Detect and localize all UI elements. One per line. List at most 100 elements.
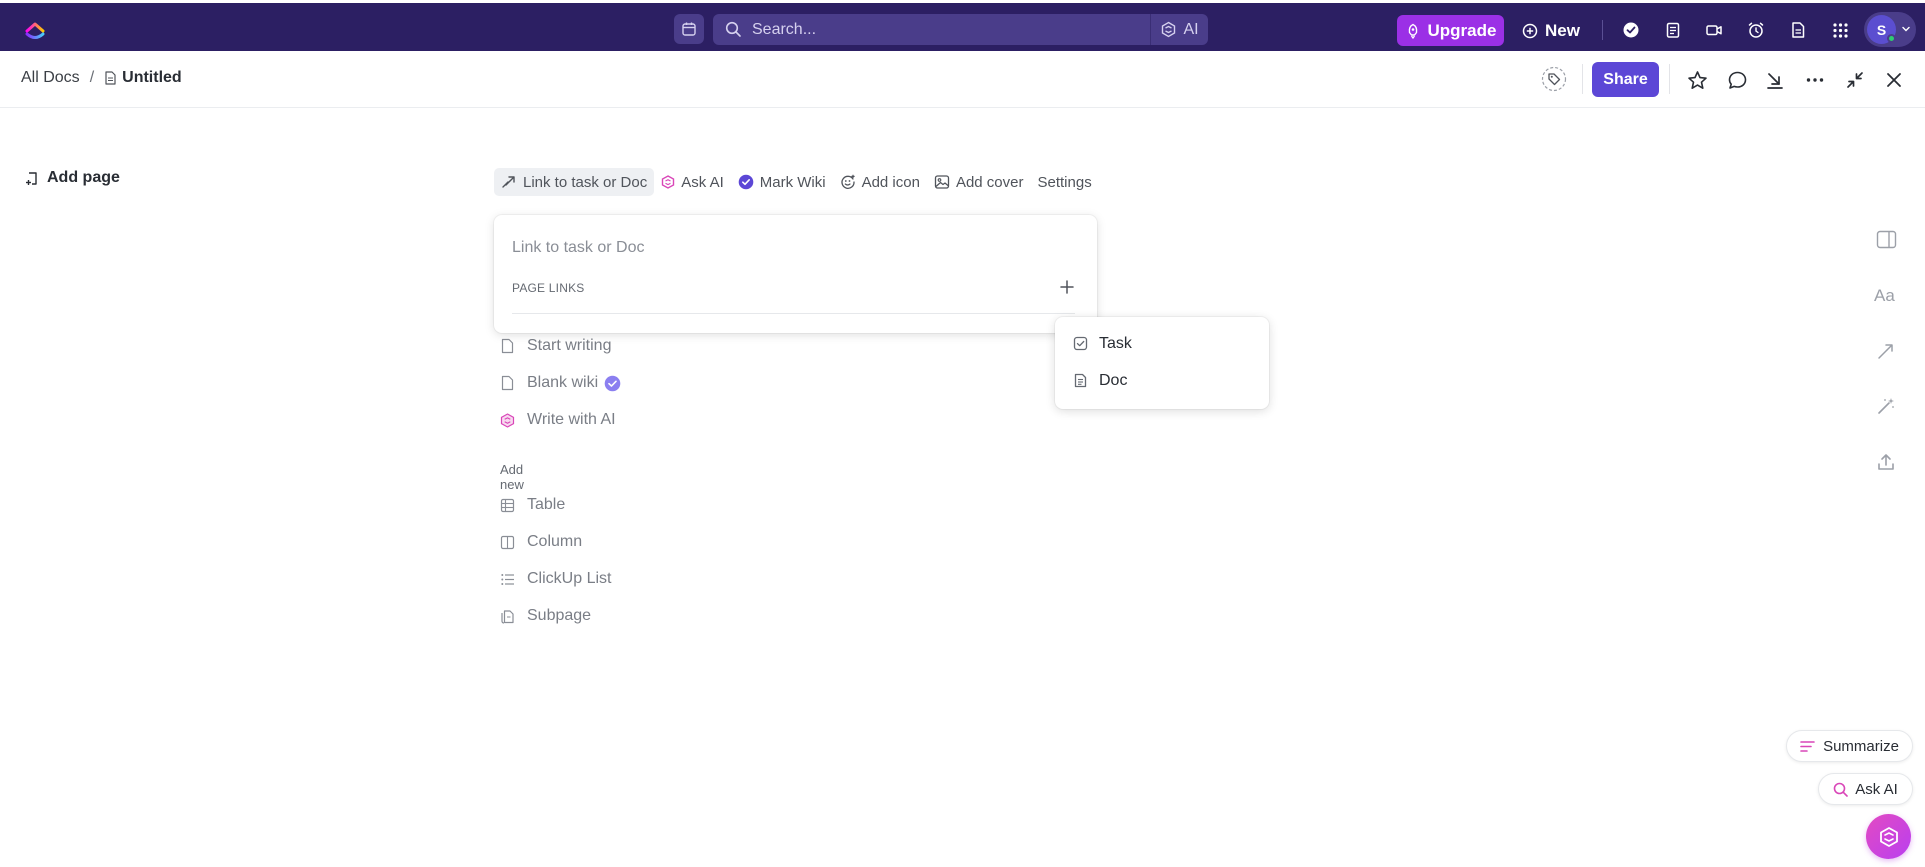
link-panel-button[interactable]: [1874, 339, 1898, 363]
ask-ai-label: Ask AI: [681, 173, 724, 191]
tag-button[interactable]: [1541, 66, 1567, 92]
doc-icon: [1074, 373, 1087, 388]
wiki-badge-icon: [604, 375, 621, 391]
notepad-button[interactable]: [1663, 20, 1683, 40]
page-icon: [501, 338, 514, 354]
search-ai-label: AI: [1183, 20, 1199, 38]
add-icon-label: Add icon: [861, 173, 920, 191]
export-button[interactable]: [1874, 450, 1898, 474]
upgrade-button[interactable]: Upgrade: [1397, 15, 1504, 46]
user-menu[interactable]: S: [1864, 12, 1916, 47]
link-type-doc[interactable]: Doc: [1055, 362, 1269, 399]
ai-icon: [1879, 826, 1898, 847]
toggle-sidebar-button[interactable]: [1874, 227, 1898, 251]
settings-button[interactable]: Settings: [1031, 168, 1099, 196]
calendar-button[interactable]: [674, 14, 704, 44]
upload-icon: [1878, 454, 1894, 470]
close-button[interactable]: [1882, 68, 1906, 92]
page-links-divider: [512, 313, 1075, 314]
header-divider: [1582, 64, 1583, 94]
link-type-doc-label: Doc: [1099, 371, 1128, 389]
ask-ai-button[interactable]: Ask AI: [654, 168, 731, 196]
start-writing-label: Start writing: [527, 337, 612, 354]
search-icon: [1833, 782, 1849, 797]
search-placeholder: Search...: [752, 20, 817, 38]
collapse-arrows-icon: [1847, 72, 1863, 88]
share-button[interactable]: Share: [1592, 62, 1659, 97]
mark-wiki-button[interactable]: Mark Wiki: [731, 168, 833, 196]
add-column-item[interactable]: Column: [500, 533, 582, 551]
grid-apps-icon: [1832, 22, 1848, 38]
doc-title[interactable]: Untitled: [122, 69, 182, 87]
header-divider: [1669, 64, 1670, 94]
column-icon: [500, 535, 515, 549]
search-input[interactable]: Search... AI: [713, 14, 1208, 45]
avatar-initial: S: [1876, 21, 1887, 38]
comments-button[interactable]: [1725, 68, 1749, 92]
plus-circle-icon: [1522, 23, 1538, 38]
add-icon-button[interactable]: Add icon: [833, 168, 927, 196]
more-dots-icon: [1806, 78, 1824, 82]
ask-ai-pill-label: Ask AI: [1855, 780, 1898, 798]
link-task-doc-button[interactable]: Link to task or Doc: [494, 168, 655, 196]
link-type-task[interactable]: Task: [1055, 325, 1269, 362]
font-size-icon: Aa: [1874, 286, 1895, 304]
add-clickup-list-item[interactable]: ClickUp List: [500, 570, 611, 588]
ai-edit-button[interactable]: [1874, 394, 1898, 418]
sidebar-panel-icon: [1876, 230, 1896, 248]
close-icon: [1887, 73, 1901, 87]
apps-button[interactable]: [1830, 20, 1850, 40]
ai-assistant-fab[interactable]: [1866, 814, 1911, 859]
page-icon: [501, 375, 514, 391]
favorite-button[interactable]: [1685, 68, 1709, 92]
breadcrumb-all-docs[interactable]: All Docs: [21, 69, 80, 87]
add-page-link-plus-icon[interactable]: [1059, 279, 1075, 295]
settings-label: Settings: [1037, 173, 1092, 191]
link-task-doc-label: Link to task or Doc: [523, 173, 648, 191]
breadcrumb-separator: /: [89, 69, 95, 86]
add-page-button[interactable]: Add page: [25, 169, 120, 187]
typography-button[interactable]: Aa: [1874, 283, 1898, 307]
svg-text:Aa: Aa: [1874, 286, 1895, 304]
task-checkbox-icon: [1073, 336, 1088, 351]
ai-icon: [1162, 21, 1176, 38]
link-task-doc-popup: Link to task or Doc PAGE LINKS: [494, 215, 1097, 333]
search-ai-button[interactable]: AI: [1150, 14, 1208, 45]
mark-wiki-label: Mark Wiki: [759, 173, 826, 191]
new-button[interactable]: New: [1522, 15, 1580, 46]
link-popup-title[interactable]: Link to task or Doc: [512, 239, 645, 257]
add-table-label: Table: [527, 496, 566, 513]
summarize-button[interactable]: Summarize: [1786, 730, 1913, 762]
add-page-label: Add page: [47, 169, 120, 186]
alarm-clock-icon: [1748, 22, 1764, 38]
check-circle-icon: [1623, 22, 1639, 38]
subpage-icon: [501, 609, 514, 624]
start-writing-item[interactable]: Start writing: [500, 337, 611, 355]
breadcrumb: All Docs / Untitled: [21, 69, 182, 87]
reminders-button[interactable]: [1746, 20, 1766, 40]
move-down-button[interactable]: [1763, 68, 1787, 92]
search-icon: [725, 21, 741, 37]
blank-wiki-item[interactable]: Blank wiki: [500, 374, 621, 392]
minimize-button[interactable]: [1843, 68, 1867, 92]
doc-toolbar: Link to task or Doc Ask AI Mark Wiki Add…: [494, 168, 1099, 196]
clickup-logo-icon[interactable]: [24, 18, 46, 40]
image-icon: [934, 175, 950, 189]
write-with-ai-item[interactable]: Write with AI: [500, 411, 616, 429]
more-options-button[interactable]: [1803, 68, 1827, 92]
upgrade-label: Upgrade: [1427, 20, 1497, 40]
ask-ai-pill-button[interactable]: Ask AI: [1818, 773, 1913, 805]
add-table-item[interactable]: Table: [500, 496, 565, 514]
record-video-button[interactable]: [1704, 20, 1724, 40]
magic-wand-icon: [1878, 398, 1894, 414]
link-icon: [502, 176, 515, 188]
ai-icon: [500, 412, 515, 428]
add-cover-label: Add cover: [955, 173, 1024, 191]
share-label: Share: [1603, 70, 1648, 88]
docs-button[interactable]: [1788, 20, 1808, 40]
add-cover-button[interactable]: Add cover: [927, 168, 1031, 196]
tasks-check-button[interactable]: [1621, 20, 1641, 40]
add-subpage-item[interactable]: Subpage: [500, 607, 591, 625]
page-links-heading: PAGE LINKS: [512, 281, 585, 295]
topbar-divider: [1602, 20, 1603, 40]
